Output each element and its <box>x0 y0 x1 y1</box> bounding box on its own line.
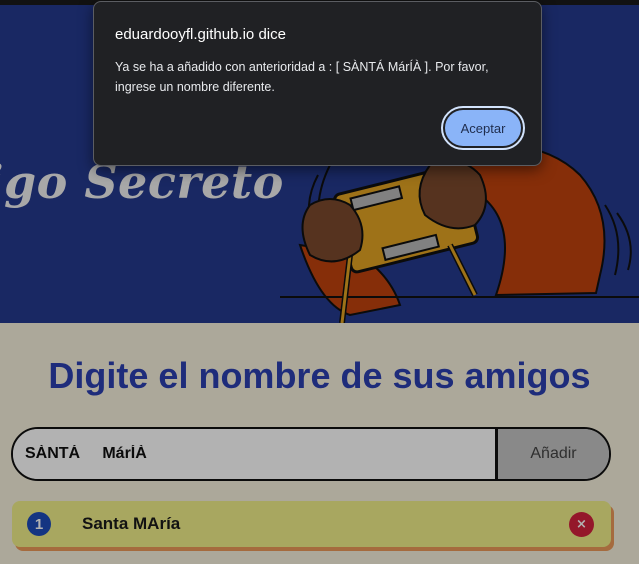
accept-button[interactable]: Aceptar <box>445 110 521 146</box>
accept-button-focus-ring: Aceptar <box>441 106 525 150</box>
alert-dialog: eduardooyfl.github.io dice Ya se ha a añ… <box>93 1 542 166</box>
dialog-message: Ya se ha a añadido con anterioridad a : … <box>115 60 489 94</box>
dialog-title: eduardooyfl.github.io dice <box>115 26 286 43</box>
